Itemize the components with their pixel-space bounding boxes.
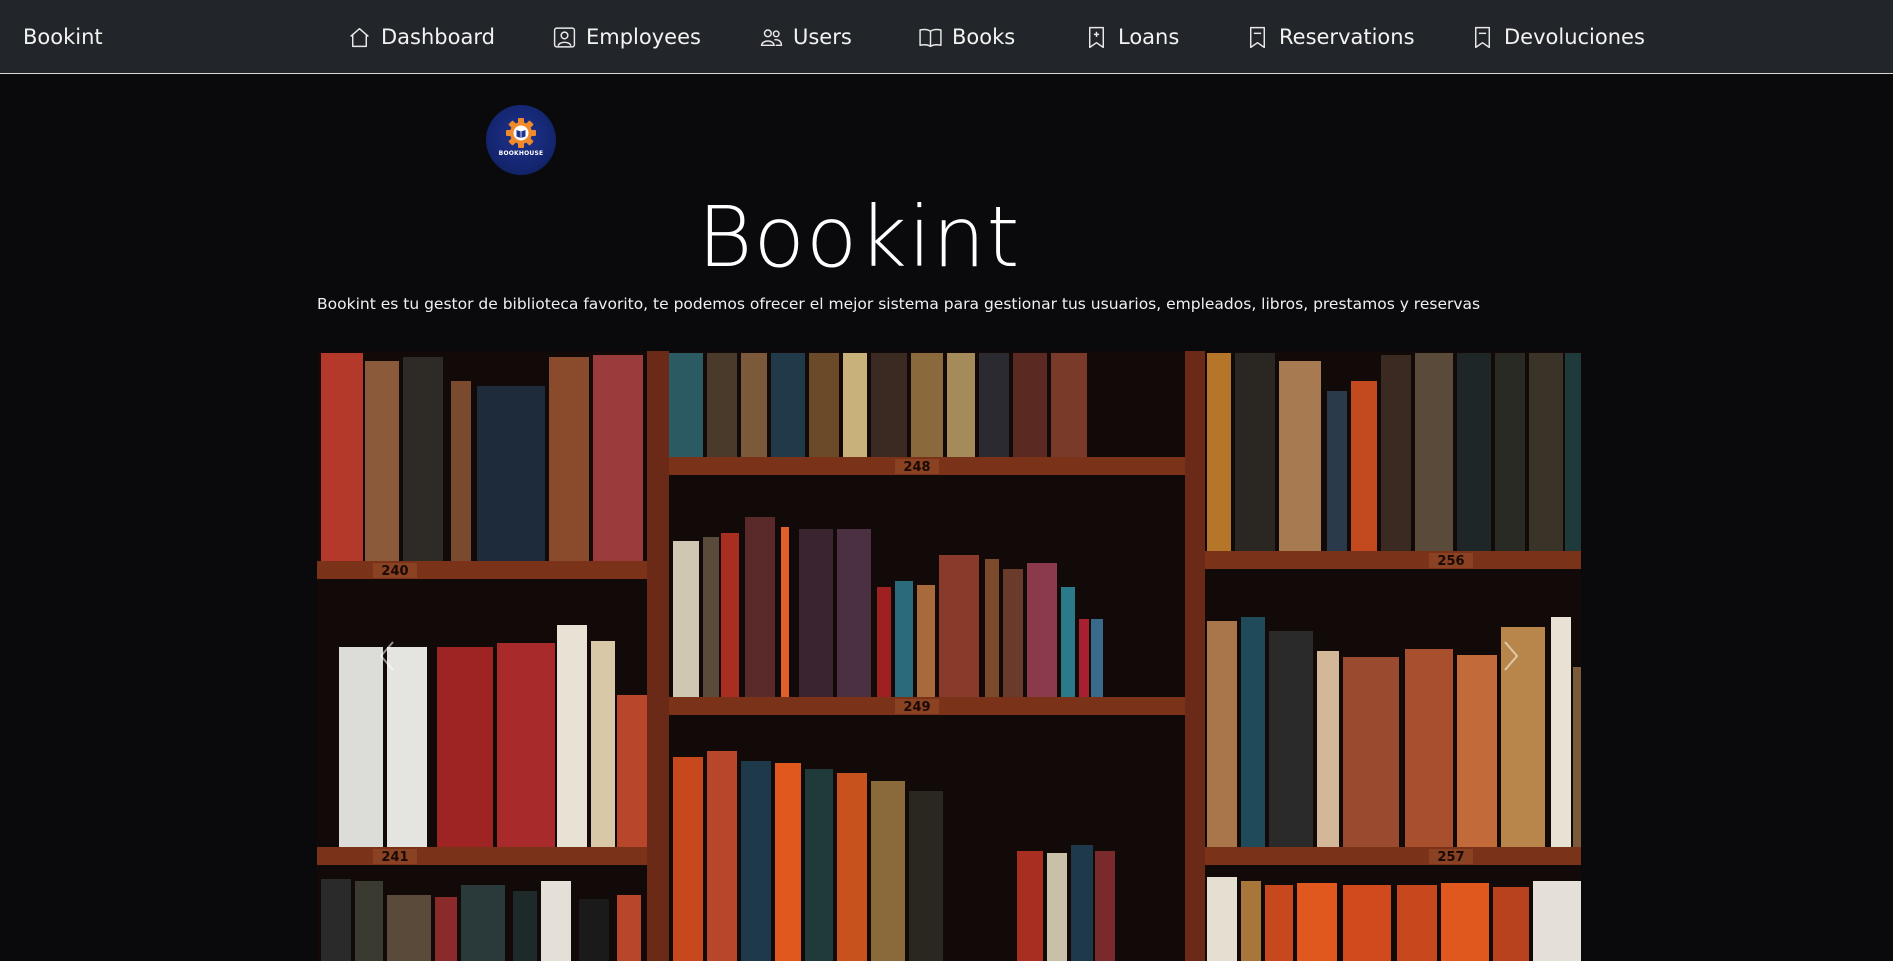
bookhouse-logo: BOOKHOUSE: [486, 105, 556, 175]
page-title: Bookint: [697, 188, 1021, 286]
nav-label: Devoluciones: [1504, 25, 1645, 49]
bookmark-icon: [1089, 26, 1104, 48]
nav-item-loans[interactable]: Loans: [1084, 0, 1179, 74]
logo-text: BOOKHOUSE: [498, 150, 544, 157]
nav-label: Users: [793, 25, 852, 49]
brand-link[interactable]: Bookint: [23, 0, 103, 74]
image-carousel: 240 248 256 241 249 257: [317, 351, 1581, 961]
nav-item-reservations[interactable]: Reservations: [1245, 0, 1415, 74]
nav-item-dashboard[interactable]: Dashboard: [347, 0, 495, 74]
people-icon: [760, 28, 783, 46]
chevron-left-icon: [379, 641, 394, 671]
hero-description: Bookint es tu gestor de biblioteca favor…: [317, 295, 1481, 313]
nav-label: Reservations: [1279, 25, 1415, 49]
nav-label: Loans: [1118, 25, 1180, 49]
nav-item-users[interactable]: Users: [759, 0, 852, 74]
nav-item-books[interactable]: Books: [918, 0, 1015, 74]
person-badge-icon: [553, 26, 576, 48]
bookmark-icon: [1250, 26, 1265, 48]
top-navbar: Bookint Dashboard Employees Users Books: [0, 0, 1893, 74]
nav-item-employees[interactable]: Employees: [552, 0, 701, 74]
nav-label: Employees: [586, 25, 701, 49]
bookshelf-image: 240 248 256 241 249 257: [317, 351, 1581, 961]
logo-emblem-icon: [506, 118, 536, 148]
nav-item-devoluciones[interactable]: Devoluciones: [1470, 0, 1645, 74]
bookmark-icon: [1475, 26, 1490, 48]
carousel-prev-button[interactable]: [317, 351, 457, 961]
shelf-number-248: 248: [903, 460, 930, 475]
nav-label: Books: [952, 25, 1016, 49]
nav-label: Dashboard: [381, 25, 495, 49]
open-book-icon: [919, 28, 942, 47]
home-icon: [350, 27, 369, 47]
shelf-number-249: 249: [903, 700, 930, 715]
chevron-right-icon: [1504, 641, 1519, 671]
carousel-next-button[interactable]: [1441, 351, 1581, 961]
